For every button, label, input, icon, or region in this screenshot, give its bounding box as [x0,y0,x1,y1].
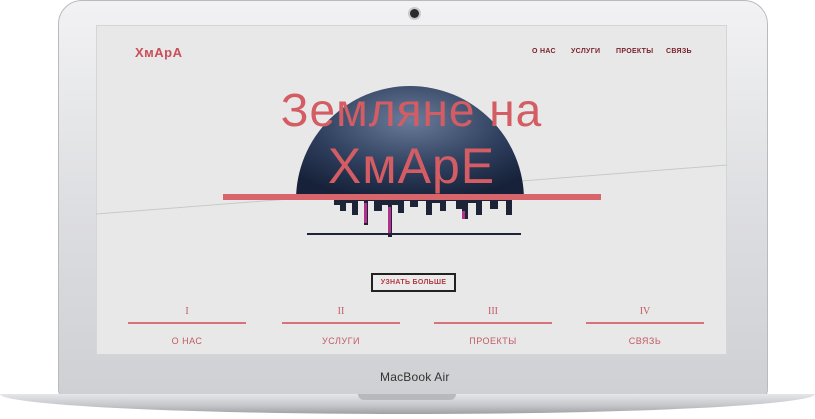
section-divider [128,322,246,324]
section-label: О НАС [171,336,203,346]
learn-more-button[interactable]: УЗНАТЬ БОЛЬШЕ [371,273,456,292]
section-numeral: III [488,306,498,317]
site-logo[interactable]: ХмАрА [135,45,183,60]
section-numeral: I [185,306,189,317]
section-divider [586,322,704,324]
laptop-screen: ХмАрА О НАС УСЛУГИ ПРОЕКТЫ СВЯЗЬ Земляне… [96,25,727,355]
section-label: ПРОЕКТЫ [469,336,517,346]
hero-title-line1: Земляне на [280,84,543,136]
nav-about[interactable]: О НАС [532,48,556,55]
section-label: СВЯЗЬ [628,336,662,346]
nav-contact[interactable]: СВЯЗЬ [666,48,692,55]
section-services[interactable]: II УСЛУГИ [282,306,400,346]
section-divider [282,322,400,324]
section-divider [434,322,552,324]
nav-projects[interactable]: ПРОЕКТЫ [616,48,653,55]
laptop-frame: ХмАрА О НАС УСЛУГИ ПРОЕКТЫ СВЯЗЬ Земляне… [58,0,768,398]
hero-title-line2: ХмАрЕ [327,138,496,194]
nav-services[interactable]: УСЛУГИ [571,48,600,55]
section-numeral: II [337,306,345,317]
laptop-notch [358,394,456,400]
section-label: УСЛУГИ [322,336,360,346]
section-numeral: IV [639,306,651,317]
section-projects[interactable]: III ПРОЕКТЫ [434,306,552,346]
section-about[interactable]: I О НАС [128,306,246,346]
laptop-model-label: MacBook Air [380,370,450,384]
section-contact[interactable]: IV СВЯЗЬ [586,306,704,346]
camera-icon [410,9,419,18]
